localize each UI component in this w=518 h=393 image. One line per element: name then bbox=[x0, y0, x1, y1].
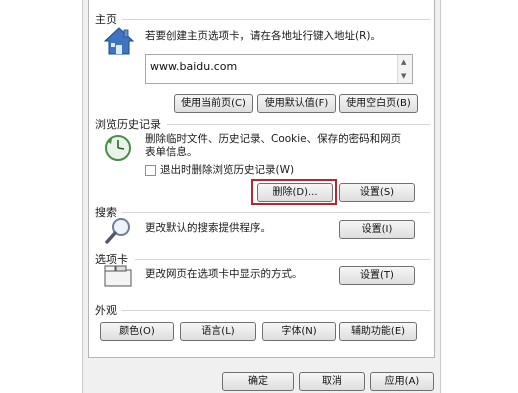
house-icon bbox=[103, 26, 135, 56]
ok-button[interactable]: 确定 bbox=[222, 372, 294, 391]
search-description: 更改默认的搜索提供程序。 bbox=[145, 222, 271, 234]
search-section-divider bbox=[122, 212, 430, 213]
history-description-line2: 表单信息。 bbox=[145, 146, 198, 158]
tabs-settings-button[interactable]: 设置(T) bbox=[339, 266, 415, 285]
use-current-page-button[interactable]: 使用当前页(C) bbox=[174, 94, 253, 113]
fonts-button[interactable]: 字体(N) bbox=[262, 322, 336, 341]
use-default-button[interactable]: 使用默认值(F) bbox=[257, 94, 336, 113]
appearance-section-title: 外观 bbox=[95, 304, 117, 317]
home-url-text[interactable]: www.baidu.com bbox=[150, 60, 237, 73]
tabs-description: 更改网页在选项卡中显示的方式。 bbox=[145, 268, 303, 280]
home-url-textarea[interactable]: www.baidu.com ▲ ▼ bbox=[145, 54, 413, 84]
history-clock-icon bbox=[103, 133, 133, 163]
search-settings-button[interactable]: 设置(I) bbox=[339, 220, 415, 239]
url-scrollbar[interactable]: ▲ ▼ bbox=[397, 55, 412, 83]
magnifier-icon bbox=[103, 216, 133, 246]
scroll-up-arrow-icon[interactable]: ▲ bbox=[401, 58, 406, 66]
history-description-line1: 删除临时文件、历史记录、Cookie、保存的密码和网页 bbox=[145, 133, 402, 145]
cancel-button[interactable]: 取消 bbox=[299, 372, 365, 391]
delete-button-highlight bbox=[251, 179, 337, 205]
tabs-section-divider bbox=[135, 259, 430, 260]
home-section-divider bbox=[122, 19, 430, 20]
history-section-title: 浏览历史记录 bbox=[95, 118, 161, 131]
tabs-icon bbox=[103, 264, 133, 288]
history-settings-button[interactable]: 设置(S) bbox=[339, 183, 415, 202]
home-description: 若要创建主页选项卡，请在各地址行键入地址(R)。 bbox=[145, 30, 381, 42]
scroll-down-arrow-icon[interactable]: ▼ bbox=[401, 72, 406, 80]
home-section-title: 主页 bbox=[95, 13, 117, 26]
apply-button[interactable]: 应用(A) bbox=[370, 372, 434, 391]
colors-button[interactable]: 颜色(O) bbox=[100, 322, 174, 341]
accessibility-button[interactable]: 辅助功能(E) bbox=[339, 322, 417, 341]
appearance-section-divider bbox=[122, 310, 430, 311]
delete-history-on-exit-checkbox[interactable] bbox=[145, 165, 156, 176]
languages-button[interactable]: 语言(L) bbox=[180, 322, 256, 341]
delete-history-on-exit-label: 退出时删除浏览历史记录(W) bbox=[160, 164, 295, 176]
history-section-divider bbox=[167, 124, 430, 125]
use-blank-page-button[interactable]: 使用空白页(B) bbox=[339, 94, 418, 113]
